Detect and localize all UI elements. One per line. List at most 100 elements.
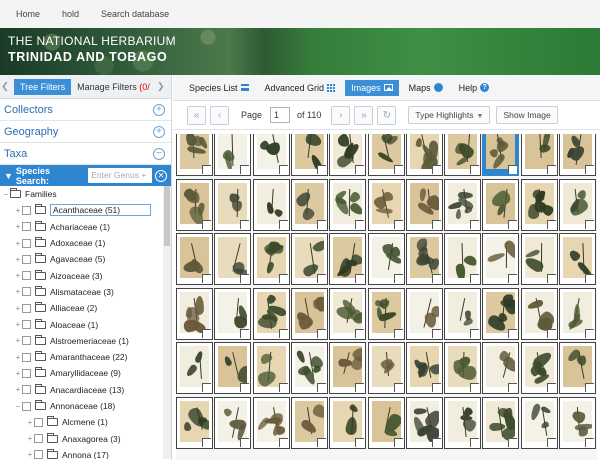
specimen-thumbnail[interactable]: [405, 178, 443, 231]
select-corner-icon[interactable]: [202, 219, 211, 229]
tree-expand-icon[interactable]: +: [26, 434, 34, 443]
specimen-thumbnail[interactable]: [176, 134, 213, 176]
tree-item-family[interactable]: + Amaranthaceae (22): [0, 349, 171, 365]
select-corner-icon[interactable]: [316, 437, 326, 447]
type-highlights-dropdown[interactable]: Type Highlights ▼: [408, 106, 491, 124]
expand-plus-icon[interactable]: +: [153, 125, 165, 138]
species-search-input[interactable]: Enter Genus +: [88, 168, 153, 183]
select-corner-icon[interactable]: [278, 383, 288, 392]
select-corner-icon[interactable]: [470, 328, 480, 338]
tree-expand-icon[interactable]: +: [14, 385, 22, 394]
tree-expand-icon[interactable]: +: [14, 304, 22, 313]
specimen-thumbnail[interactable]: [444, 396, 482, 449]
specimen-thumbnail[interactable]: [290, 178, 328, 231]
select-corner-icon[interactable]: [393, 165, 403, 174]
specimen-thumbnail[interactable]: [367, 233, 405, 285]
select-corner-icon[interactable]: [546, 165, 556, 174]
select-corner-icon[interactable]: [508, 383, 518, 392]
tree-expand-icon[interactable]: +: [26, 450, 34, 459]
select-corner-icon[interactable]: [585, 219, 594, 229]
select-corner-icon[interactable]: [431, 383, 441, 392]
specimen-thumbnail[interactable]: [405, 134, 443, 176]
tree-checkbox[interactable]: [34, 434, 43, 444]
specimen-thumbnail[interactable]: [214, 233, 252, 285]
tree-item-family[interactable]: + Acanthaceae (51): [0, 202, 171, 218]
select-corner-icon[interactable]: [355, 274, 365, 283]
specimen-thumbnail[interactable]: [367, 342, 405, 394]
specimen-thumbnail[interactable]: [482, 396, 520, 449]
select-corner-icon[interactable]: [316, 328, 326, 338]
tree-checkbox[interactable]: [22, 368, 31, 378]
specimen-thumbnail[interactable]: [559, 178, 596, 231]
specimen-thumbnail[interactable]: [559, 287, 596, 340]
tree-expand-icon[interactable]: +: [14, 320, 22, 329]
tree-checkbox[interactable]: [22, 254, 31, 264]
specimen-thumbnail[interactable]: [290, 342, 328, 394]
specimen-thumbnail[interactable]: [444, 178, 482, 231]
tree-expand-icon[interactable]: +: [14, 336, 22, 345]
specimen-thumbnail[interactable]: [405, 287, 443, 340]
specimen-thumbnail[interactable]: [252, 233, 290, 285]
specimen-thumbnail[interactable]: [520, 233, 558, 285]
specimen-thumbnail[interactable]: [214, 178, 252, 231]
select-corner-icon[interactable]: [585, 437, 594, 447]
specimen-thumbnail[interactable]: [329, 178, 367, 231]
select-corner-icon[interactable]: [355, 328, 365, 338]
specimen-thumbnail[interactable]: [444, 233, 482, 285]
specimen-thumbnail[interactable]: [329, 396, 367, 449]
tab-help[interactable]: Help?: [453, 80, 496, 96]
specimen-thumbnail[interactable]: [214, 287, 252, 340]
select-corner-icon[interactable]: [508, 437, 518, 447]
select-corner-icon[interactable]: [316, 165, 326, 174]
specimen-thumbnail[interactable]: [482, 342, 520, 394]
tab-maps[interactable]: Maps: [403, 80, 449, 96]
specimen-thumbnail[interactable]: [520, 178, 558, 231]
specimen-thumbnail[interactable]: [252, 342, 290, 394]
tree-item-family[interactable]: + Anacardiaceae (13): [0, 382, 171, 398]
tree-checkbox[interactable]: [22, 271, 31, 281]
tree-expand-icon[interactable]: +: [14, 287, 22, 296]
section-geography[interactable]: Geography +: [0, 121, 171, 143]
select-corner-icon[interactable]: [355, 219, 365, 229]
select-corner-icon[interactable]: [240, 437, 250, 447]
tree-checkbox[interactable]: [22, 352, 31, 362]
specimen-thumbnail[interactable]: [214, 342, 252, 394]
select-corner-icon[interactable]: [202, 274, 211, 283]
specimen-thumbnail[interactable]: [444, 134, 482, 176]
select-corner-icon[interactable]: [431, 437, 441, 447]
tabs-scroll-right-icon[interactable]: ❯: [156, 81, 166, 92]
specimen-thumbnail[interactable]: [482, 287, 520, 340]
select-corner-icon[interactable]: [393, 383, 403, 392]
select-corner-icon[interactable]: [240, 219, 250, 229]
specimen-thumbnail[interactable]: [367, 396, 405, 449]
tree-checkbox[interactable]: [34, 417, 43, 427]
prev-page-icon[interactable]: ‹: [210, 105, 229, 125]
tree-checkbox[interactable]: [22, 303, 31, 313]
select-corner-icon[interactable]: [240, 165, 250, 174]
tree-checkbox[interactable]: [22, 401, 31, 411]
specimen-thumbnail[interactable]: [214, 134, 252, 176]
select-corner-icon[interactable]: [546, 274, 556, 283]
refresh-icon[interactable]: ↻: [377, 105, 397, 125]
tree-root-families[interactable]: − Families: [0, 186, 171, 202]
specimen-thumbnail[interactable]: [520, 342, 558, 394]
tree-item-genus[interactable]: + Annona (17): [0, 447, 171, 459]
tree-scrollbar[interactable]: [163, 186, 171, 459]
tree-expand-icon[interactable]: +: [26, 418, 34, 427]
select-corner-icon[interactable]: [278, 328, 288, 338]
select-corner-icon[interactable]: [546, 219, 556, 229]
specimen-thumbnail[interactable]: [559, 342, 596, 394]
tree-checkbox[interactable]: [22, 205, 31, 215]
select-corner-icon[interactable]: [393, 219, 403, 229]
specimen-thumbnail[interactable]: [329, 233, 367, 285]
specimen-thumbnail[interactable]: [290, 396, 328, 449]
select-corner-icon[interactable]: [278, 437, 288, 447]
specimen-thumbnail[interactable]: [252, 396, 290, 449]
select-corner-icon[interactable]: [508, 274, 518, 283]
select-corner-icon[interactable]: [355, 165, 365, 174]
specimen-thumbnail[interactable]: [367, 178, 405, 231]
tree-checkbox[interactable]: [22, 238, 31, 248]
tree-collapse-icon[interactable]: −: [14, 402, 22, 411]
tree-expand-icon[interactable]: +: [14, 239, 22, 248]
specimen-thumbnail[interactable]: [444, 342, 482, 394]
